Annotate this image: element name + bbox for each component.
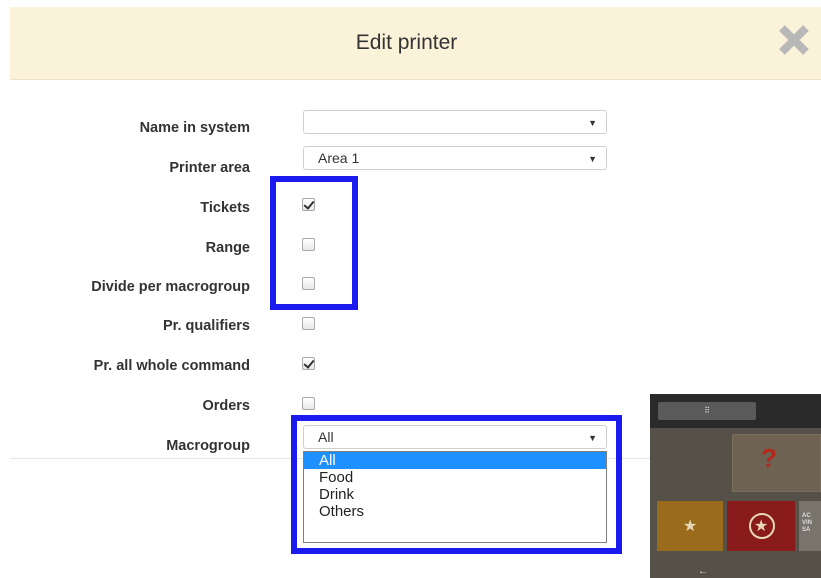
orders-checkbox[interactable]	[302, 397, 315, 410]
printer-area-value: Area 1	[318, 150, 360, 166]
pr-all-whole-command-checkbox[interactable]	[302, 357, 315, 370]
preview-toolbar: ⠿	[650, 394, 821, 428]
preview-grid-tab: ⠿	[658, 402, 756, 420]
printer-area-label: Printer area	[169, 160, 250, 176]
background-app-preview: ⠿ ? ★ ★ AC VIN SA ←	[650, 394, 821, 578]
preview-favorite-button: ★	[657, 501, 723, 551]
pr-qualifiers-checkbox[interactable]	[302, 317, 315, 330]
macrogroup-label: Macrogroup	[166, 438, 250, 454]
pr-qualifiers-label: Pr. qualifiers	[162, 318, 250, 334]
star-icon: ★	[683, 518, 698, 535]
highlight-box-macrogroup	[291, 415, 622, 554]
question-icon: ?	[761, 443, 777, 473]
range-label: Range	[205, 240, 250, 256]
tickets-label: Tickets	[200, 200, 250, 216]
chevron-down-icon: ▼	[588, 118, 597, 128]
close-button[interactable]	[777, 23, 811, 57]
chevron-down-icon: ▼	[588, 154, 597, 164]
name-in-system-select[interactable]: ▼	[303, 110, 607, 134]
modal-title: Edit printer	[355, 31, 458, 54]
star-icon: ★	[754, 518, 769, 535]
preview-side-button: AC VIN SA	[799, 501, 821, 551]
printer-area-select[interactable]: Area 1 ▼	[303, 146, 607, 170]
modal-header: Edit printer	[10, 7, 821, 80]
highlight-box-checkboxes	[270, 176, 358, 310]
divide-per-macrogroup-label: Divide per macrogroup	[91, 279, 250, 295]
name-in-system-label: Name in system	[139, 120, 250, 136]
orders-label: Orders	[202, 398, 250, 414]
pr-all-whole-command-label: Pr. all whole command	[93, 358, 250, 374]
arrow-left-icon: ←	[698, 566, 708, 577]
close-icon	[779, 25, 809, 55]
